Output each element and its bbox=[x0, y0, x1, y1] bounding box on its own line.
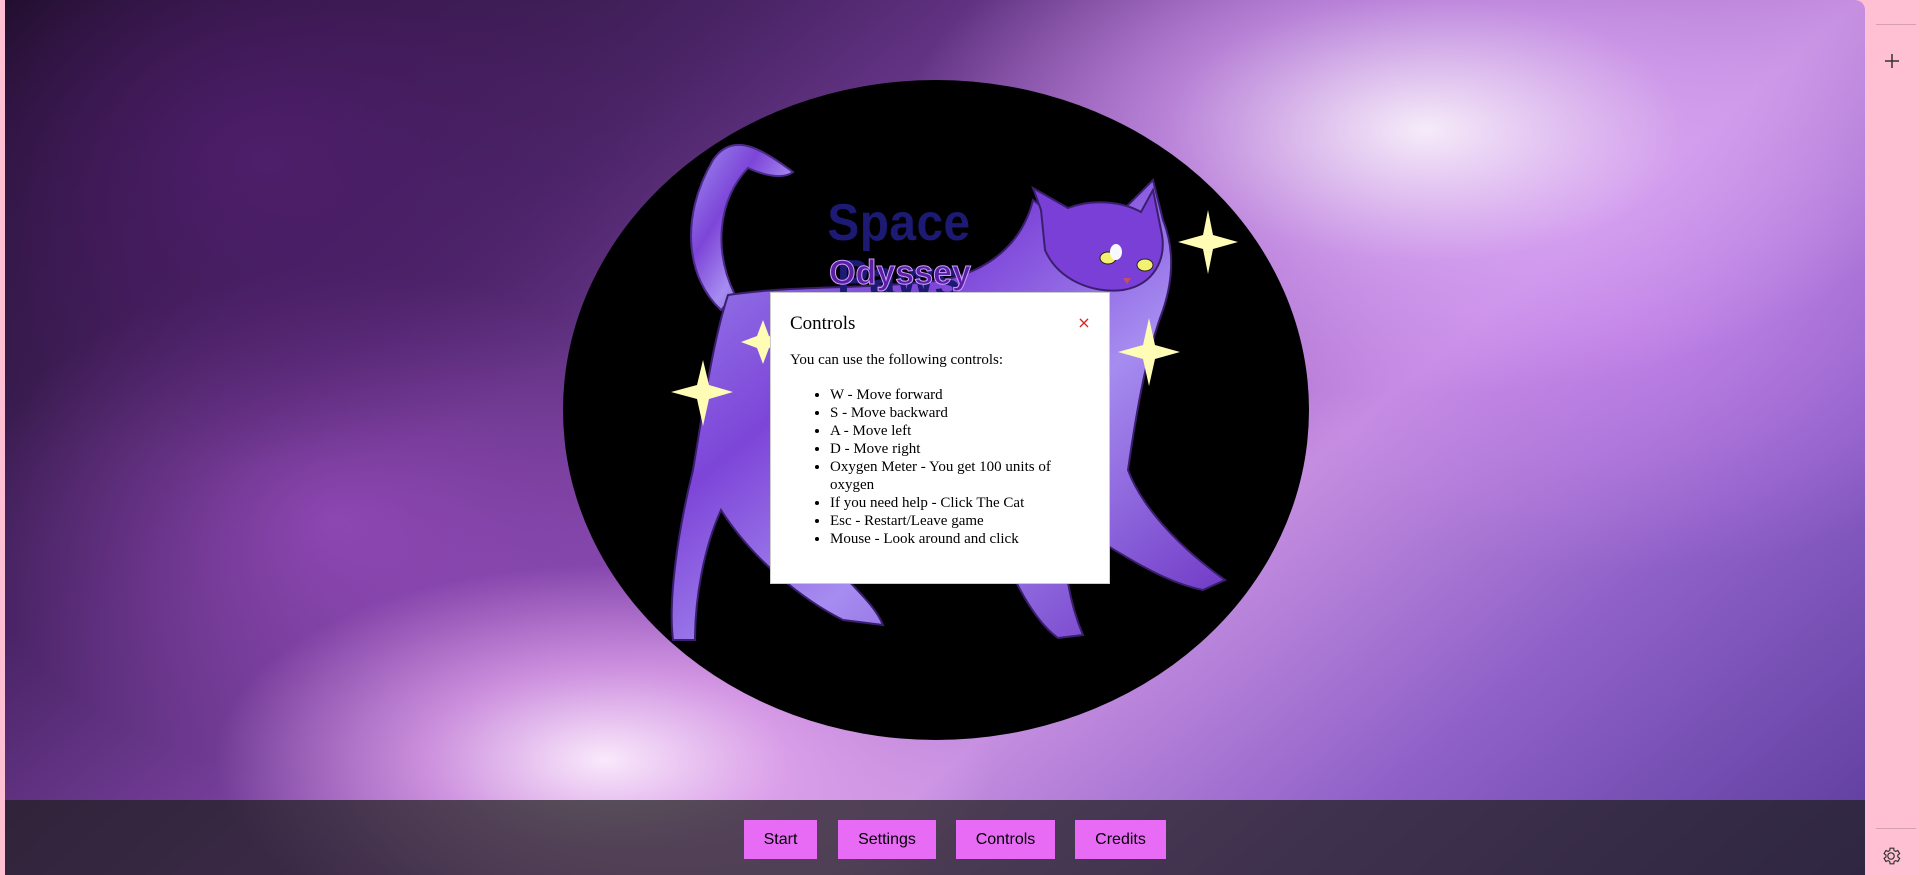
list-item: D - Move right bbox=[830, 440, 1092, 458]
plus-icon[interactable] bbox=[1881, 50, 1903, 72]
divider bbox=[1876, 828, 1916, 829]
list-item: S - Move backward bbox=[830, 404, 1092, 422]
list-item: Mouse - Look around and click bbox=[830, 530, 1092, 548]
close-icon[interactable]: × bbox=[1075, 313, 1093, 333]
credits-button[interactable]: Credits bbox=[1075, 820, 1166, 859]
side-panel bbox=[1865, 0, 1919, 875]
gear-icon[interactable] bbox=[1880, 845, 1902, 867]
list-item: Oxygen Meter - You get 100 units of oxyg… bbox=[830, 458, 1092, 494]
start-button[interactable]: Start bbox=[744, 820, 817, 859]
dialog-intro-text: You can use the following controls: bbox=[790, 352, 1004, 368]
list-item: W - Move forward bbox=[830, 386, 1092, 404]
game-subtitle: Odyssey bbox=[829, 254, 972, 293]
controls-dialog: Controls × You can use the following con… bbox=[770, 292, 1110, 584]
dialog-title: Controls bbox=[790, 313, 856, 334]
controls-list: W - Move forward S - Move backward A - M… bbox=[830, 386, 1092, 548]
divider bbox=[1876, 24, 1916, 25]
controls-button[interactable]: Controls bbox=[956, 820, 1055, 859]
settings-button[interactable]: Settings bbox=[838, 820, 936, 859]
game-viewport[interactable]: Space Paws Odyssey Controls × You can us… bbox=[5, 0, 1865, 875]
list-item: A - Move left bbox=[830, 422, 1092, 440]
list-item: If you need help - Click The Cat bbox=[830, 494, 1092, 512]
list-item: Esc - Restart/Leave game bbox=[830, 512, 1092, 530]
